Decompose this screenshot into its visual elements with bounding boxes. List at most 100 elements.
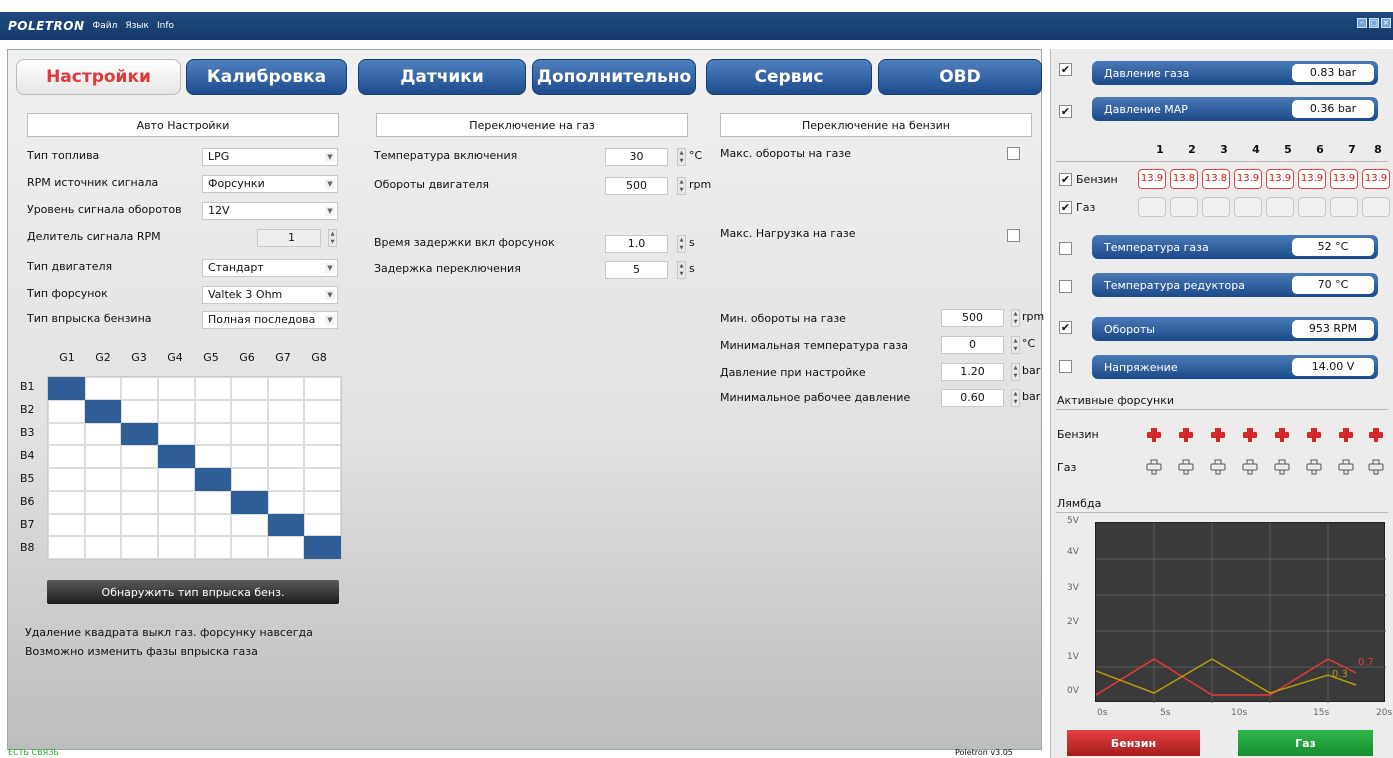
max-rpm-checkbox[interactable] [1007, 147, 1020, 160]
grid-cell[interactable] [48, 445, 85, 468]
grid-cell[interactable] [48, 399, 85, 423]
delay-injectors-stepper[interactable]: ▲ ▼ [677, 235, 686, 253]
grid-cell[interactable] [48, 468, 85, 491]
menu-info[interactable]: Info [157, 21, 174, 31]
min-pressure-stepper[interactable]: ▲ ▼ [1011, 389, 1020, 407]
grid-cell[interactable] [194, 468, 232, 491]
setup-pressure-input[interactable]: 1.20 [941, 363, 1004, 381]
close-icon[interactable]: × [1381, 18, 1391, 28]
grid-cell[interactable] [304, 490, 341, 514]
min-rpm-input[interactable]: 500 [941, 309, 1004, 327]
grid-cell[interactable] [84, 513, 122, 537]
tab-additional[interactable]: Дополнительно [532, 59, 696, 95]
tab-sensors[interactable]: Датчики [358, 59, 526, 95]
grid-cell[interactable] [304, 377, 341, 400]
grid-cell[interactable] [157, 422, 195, 446]
switch-delay-stepper[interactable]: ▲ ▼ [677, 261, 686, 279]
min-rpm-stepper[interactable]: ▲ ▼ [1011, 309, 1020, 327]
petrol-button[interactable]: Бензин [1067, 730, 1200, 756]
maximize-icon[interactable]: □ [1369, 18, 1379, 28]
grid-cell[interactable] [121, 490, 158, 514]
grid-cell[interactable] [84, 377, 122, 400]
grid-cell[interactable] [194, 399, 232, 423]
tab-service[interactable]: Сервис [706, 59, 872, 95]
grid-cell[interactable] [194, 422, 232, 446]
gas-button[interactable]: Газ [1238, 730, 1373, 756]
switch-rpm-input[interactable]: 500 [605, 177, 668, 195]
menu-language[interactable]: Язык [125, 21, 149, 31]
engine-type-select[interactable]: Стандарт ▼ [202, 259, 338, 277]
grid-cell[interactable] [231, 422, 268, 446]
grid-cell[interactable] [304, 445, 341, 468]
grid-cell[interactable] [231, 513, 268, 537]
grid-cell[interactable] [48, 377, 85, 400]
rpm-level-select[interactable]: 12V ▼ [202, 202, 338, 220]
grid-cell[interactable] [48, 513, 85, 537]
minimize-icon[interactable]: – [1357, 18, 1367, 28]
gas-pressure-checkbox[interactable]: ✔ [1059, 63, 1072, 76]
grid-cell[interactable] [121, 422, 158, 446]
grid-cell[interactable] [194, 536, 232, 559]
grid-cell[interactable] [121, 468, 158, 491]
grid-cell[interactable] [304, 399, 341, 423]
grid-cell[interactable] [157, 490, 195, 514]
grid-cell[interactable] [304, 513, 341, 537]
grid-cell[interactable] [121, 513, 158, 537]
grid-cell[interactable] [267, 399, 305, 423]
grid-cell[interactable] [267, 445, 305, 468]
gas-times-checkbox[interactable]: ✔ [1059, 201, 1072, 214]
switch-temp-input[interactable]: 30 [605, 148, 668, 166]
petrol-injection-select[interactable]: Полная последова ▼ [202, 311, 338, 329]
grid-cell[interactable] [194, 513, 232, 537]
grid-cell[interactable] [267, 422, 305, 446]
grid-cell[interactable] [121, 536, 158, 559]
grid-cell[interactable] [121, 399, 158, 423]
grid-cell[interactable] [84, 445, 122, 468]
injector-type-select[interactable]: Valtek 3 Ohm ▼ [202, 286, 338, 304]
max-load-checkbox[interactable] [1007, 229, 1020, 242]
switch-delay-input[interactable]: 5 [605, 261, 668, 279]
grid-cell[interactable] [231, 536, 268, 559]
grid-cell[interactable] [194, 490, 232, 514]
grid-cell[interactable] [267, 377, 305, 400]
grid-cell[interactable] [48, 490, 85, 514]
grid-cell[interactable] [121, 445, 158, 468]
grid-cell[interactable] [157, 445, 195, 468]
grid-cell[interactable] [48, 536, 85, 559]
grid-cell[interactable] [84, 490, 122, 514]
grid-cell[interactable] [267, 468, 305, 491]
grid-cell[interactable] [194, 445, 232, 468]
grid-cell[interactable] [231, 468, 268, 491]
grid-cell[interactable] [84, 468, 122, 491]
grid-cell[interactable] [267, 536, 305, 559]
rpm-divider-stepper[interactable]: ▲ ▼ [328, 229, 337, 247]
tab-settings[interactable]: Настройки [16, 59, 181, 95]
grid-cell[interactable] [231, 399, 268, 423]
gas-temp-checkbox[interactable] [1059, 242, 1072, 255]
reducer-temp-checkbox[interactable] [1059, 280, 1072, 293]
grid-cell[interactable] [231, 377, 268, 400]
min-temp-input[interactable]: 0 [941, 336, 1004, 354]
fuel-type-select[interactable]: LPG ▼ [202, 148, 338, 166]
map-pressure-checkbox[interactable]: ✔ [1059, 105, 1072, 118]
grid-cell[interactable] [304, 422, 341, 446]
grid-cell[interactable] [304, 536, 341, 559]
grid-cell[interactable] [157, 377, 195, 400]
grid-cell[interactable] [121, 377, 158, 400]
menu-file[interactable]: Файл [93, 21, 118, 31]
tab-calibration[interactable]: Калибровка [186, 59, 347, 95]
detect-injection-button[interactable]: Обнаружить тип впрыска бенз. [47, 580, 339, 604]
voltage-checkbox[interactable] [1059, 360, 1072, 373]
grid-cell[interactable] [157, 399, 195, 423]
grid-cell[interactable] [157, 513, 195, 537]
grid-cell[interactable] [84, 536, 122, 559]
grid-cell[interactable] [231, 490, 268, 514]
grid-cell[interactable] [231, 445, 268, 468]
rpm-source-select[interactable]: Форсунки ▼ [202, 175, 338, 193]
grid-cell[interactable] [267, 490, 305, 514]
min-temp-stepper[interactable]: ▲ ▼ [1011, 336, 1020, 354]
grid-cell[interactable] [304, 468, 341, 491]
grid-cell[interactable] [84, 399, 122, 423]
grid-cell[interactable] [84, 422, 122, 446]
switch-rpm-stepper[interactable]: ▲ ▼ [677, 177, 686, 195]
